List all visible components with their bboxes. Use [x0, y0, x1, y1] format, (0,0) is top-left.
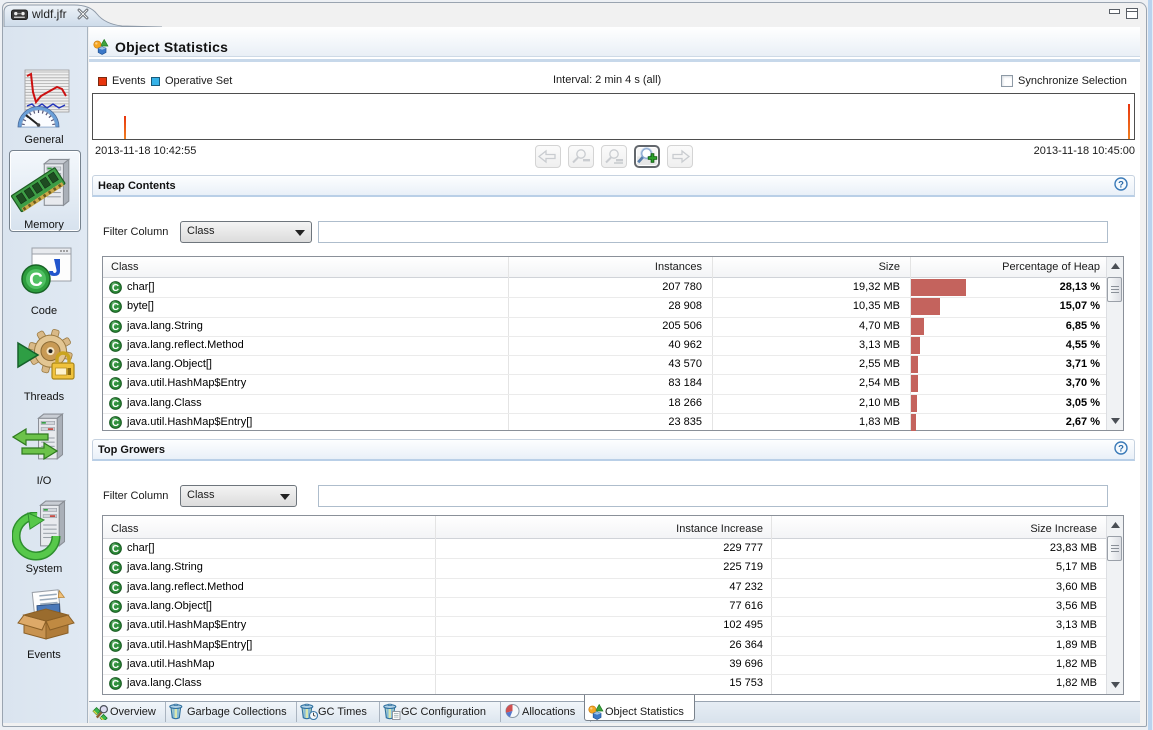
svg-text:C: C	[112, 660, 119, 671]
svg-text:C: C	[112, 602, 119, 613]
svg-text:?: ?	[1118, 180, 1124, 191]
svg-text:C: C	[112, 621, 119, 632]
svg-text:C: C	[112, 341, 119, 352]
svg-text:C: C	[112, 563, 119, 574]
svg-text:C: C	[112, 679, 119, 690]
svg-text:C: C	[112, 641, 119, 652]
svg-text:C: C	[112, 418, 119, 429]
svg-text:C: C	[112, 544, 119, 555]
svg-text:C: C	[112, 322, 119, 333]
svg-text:C: C	[112, 283, 119, 294]
svg-text:C: C	[112, 379, 119, 390]
svg-text:C: C	[112, 302, 119, 313]
svg-text:C: C	[29, 270, 43, 291]
svg-text:?: ?	[1118, 444, 1124, 455]
svg-text:C: C	[112, 399, 119, 410]
svg-text:C: C	[112, 360, 119, 371]
svg-text:C: C	[112, 583, 119, 594]
